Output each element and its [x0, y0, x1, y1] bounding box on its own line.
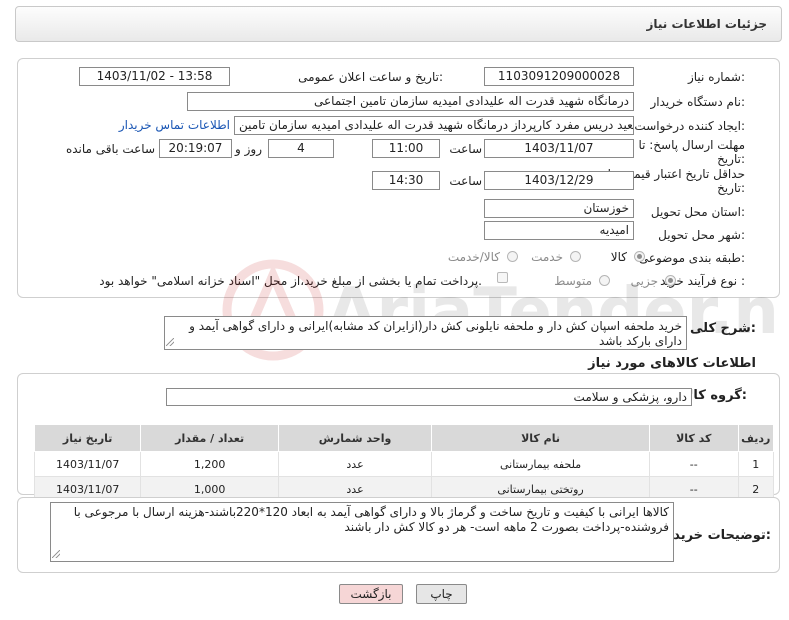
table-row[interactable]: 1 -- ملحفه بیمارستانی عدد 1,200 1403/11/…	[33, 451, 775, 477]
price-validity-time-field[interactable]: 14:30	[372, 171, 440, 190]
reply-time-field[interactable]: 11:00	[372, 139, 440, 158]
province-label: استان محل تحویل:	[650, 205, 745, 219]
column-header: تعداد / مقدار	[140, 424, 279, 452]
remaining-label: ساعت باقی مانده	[65, 142, 155, 156]
category-option-goods: کالا	[610, 250, 627, 264]
process-radio-minor[interactable]	[665, 275, 676, 286]
goods-group-field[interactable]: دارو، پزشکی و سلامت	[166, 388, 692, 406]
description-textarea[interactable]: خرید ملحفه اسپان کش دار و ملحفه نایلونی …	[164, 316, 687, 350]
price-validity-time-label: ساعت	[449, 174, 482, 188]
province-field[interactable]: خوزستان	[484, 199, 634, 218]
city-label: شهر محل تحویل:	[658, 228, 745, 242]
buyer-contact-link[interactable]: اطلاعات تماس خریدار	[119, 118, 230, 132]
column-header: واحد شمارش	[277, 424, 433, 452]
page-title: جزئیات اطلاعات نیاز	[646, 17, 767, 31]
days-field[interactable]: 4	[268, 139, 334, 158]
goods-table: ردیف کد کالا نام کالا واحد شمارش تعداد /…	[33, 424, 775, 502]
price-validity-date-field[interactable]: 1403/12/29	[484, 171, 634, 190]
reply-date-field[interactable]: 1403/11/07	[484, 139, 634, 158]
table-cell: عدد	[277, 451, 433, 477]
requester-field[interactable]: سعید دریس مفرد کارپرداز درمانگاه شهید قد…	[234, 116, 634, 135]
description-resize-handle[interactable]	[166, 338, 174, 346]
requester-label: ایجاد کننده درخواست:	[634, 119, 745, 133]
table-cell: 1	[737, 451, 775, 477]
announce-label: تاریخ و ساعت اعلان عمومی:	[298, 70, 443, 84]
reply-time-label: ساعت	[449, 142, 482, 156]
buyer-notes-resize-handle[interactable]	[52, 550, 60, 558]
reply-deadline-label: مهلت ارسال پاسخ: تا	[638, 138, 745, 152]
buyer-org-field[interactable]: درمانگاه شهید قدرت اله علیدادی امیدیه سا…	[187, 92, 634, 111]
category-radio-goods[interactable]	[634, 251, 645, 262]
need-number-label: شماره نیاز:	[687, 70, 745, 84]
column-header: کد کالا	[648, 424, 739, 452]
column-header: نام کالا	[431, 424, 650, 452]
column-header: تاریخ نیاز	[33, 424, 142, 452]
days-label: روز و	[235, 142, 262, 156]
treasury-note: پرداخت تمام یا بخشی از مبلغ خرید،از محل …	[99, 274, 482, 288]
print-button[interactable]: چاپ	[416, 584, 467, 604]
remaining-time-field[interactable]: 20:19:07	[159, 139, 232, 158]
table-cell: 1,200	[140, 451, 279, 477]
goods-group-label: گروه کالا:	[683, 388, 747, 403]
table-header-row: ردیف کد کالا نام کالا واحد شمارش تعداد /…	[33, 424, 775, 452]
table-cell: 1403/11/07	[33, 451, 142, 477]
category-option-goods-service: کالا/خدمت	[447, 250, 500, 264]
buyer-org-label: نام دستگاه خریدار:	[650, 95, 746, 109]
table-cell: ملحفه بیمارستانی	[431, 451, 650, 477]
column-header: ردیف	[737, 424, 775, 452]
treasury-checkbox[interactable]	[497, 272, 508, 283]
category-label: طبقه بندی موضوعی:	[638, 251, 745, 265]
table-cell: --	[648, 451, 739, 477]
process-radio-medium[interactable]	[599, 275, 610, 286]
goods-section-title: اطلاعات کالاهای مورد نیاز	[588, 356, 756, 371]
announce-field[interactable]: 1403/11/02 - 13:58	[79, 67, 230, 86]
need-number-field[interactable]: 1103091209000028	[484, 67, 634, 86]
process-option-medium: متوسط	[554, 274, 592, 288]
price-validity-label-date: تاریخ:	[717, 181, 745, 195]
category-option-service: خدمت	[531, 250, 563, 264]
buyer-notes-label: توضیحات خریدار:	[661, 528, 771, 543]
category-radio-goods-service[interactable]	[507, 251, 518, 262]
page-header: جزئیات اطلاعات نیاز	[15, 6, 782, 42]
reply-deadline-label-date: تاریخ:	[717, 152, 745, 166]
back-button[interactable]: بازگشت	[339, 584, 403, 604]
city-field[interactable]: امیدیه	[484, 221, 634, 240]
process-option-minor: جزیی	[630, 274, 658, 288]
category-radio-service[interactable]	[570, 251, 581, 262]
buyer-notes-textarea[interactable]: کالاها ایرانی با کیفیت و تاریخ ساخت و گر…	[50, 502, 674, 562]
